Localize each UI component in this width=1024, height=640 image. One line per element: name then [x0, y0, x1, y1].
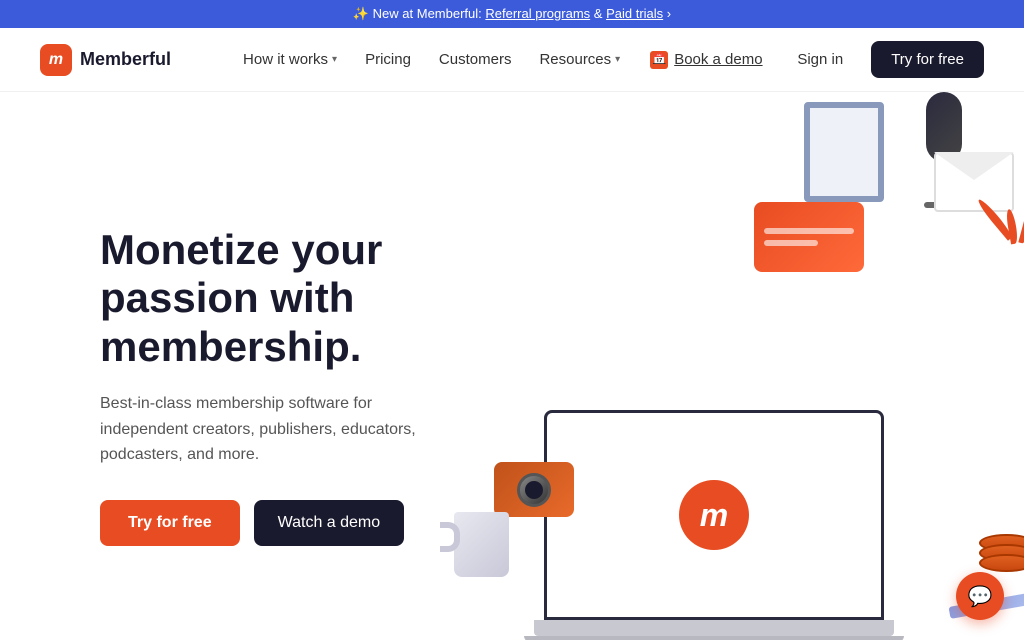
laptop-logo: m	[679, 480, 749, 550]
try-free-hero-button[interactable]: Try for free	[100, 500, 240, 546]
hero-subtitle: Best-in-class membership software for in…	[100, 391, 460, 468]
logo-name: Memberful	[80, 49, 171, 70]
coins-object	[979, 534, 1024, 572]
announcement-link-trials[interactable]: Paid trials	[606, 6, 663, 21]
logo-icon: m	[40, 44, 72, 76]
try-free-header-button[interactable]: Try for free	[871, 41, 984, 78]
nav-how-it-works[interactable]: How it works ▾	[231, 43, 349, 76]
chat-icon: 💬	[968, 584, 993, 609]
hero-buttons: Try for free Watch a demo	[100, 500, 520, 546]
sign-in-link[interactable]: Sign in	[785, 43, 855, 76]
chevron-down-icon-resources: ▾	[615, 54, 620, 65]
announcement-link-referral[interactable]: Referral programs	[485, 6, 590, 21]
nav-resources[interactable]: Resources ▾	[527, 43, 632, 76]
main-nav: How it works ▾ Pricing Customers Resourc…	[231, 43, 785, 77]
announcement-bar: ✨ New at Memberful: Referral programs & …	[0, 0, 1024, 28]
announcement-text: ✨ New at Memberful:	[353, 6, 482, 21]
hero-section: Monetize your passion with membership. B…	[0, 92, 1024, 640]
hero-title: Monetize your passion with membership.	[100, 226, 520, 371]
chevron-down-icon: ▾	[332, 54, 337, 65]
hero-illustration: m	[464, 92, 1024, 640]
header-right: Sign in Try for free	[785, 41, 984, 78]
nav-customers[interactable]: Customers	[427, 43, 524, 76]
logo[interactable]: m Memberful	[40, 44, 171, 76]
leaves-object	[989, 192, 1024, 251]
picture-frame	[804, 102, 884, 202]
watch-demo-button[interactable]: Watch a demo	[254, 500, 405, 546]
orange-card-object	[754, 202, 864, 272]
hero-content: Monetize your passion with membership. B…	[100, 226, 520, 546]
nav-book-demo[interactable]: 📅 Book a demo	[636, 43, 776, 77]
header: m Memberful How it works ▾ Pricing Custo…	[0, 28, 1024, 92]
announcement-arrow: ›	[667, 6, 671, 21]
laptop-object: m	[544, 410, 884, 640]
calendar-icon: 📅	[650, 51, 668, 69]
nav-pricing[interactable]: Pricing	[353, 43, 423, 76]
chat-button[interactable]: 💬	[956, 572, 1004, 620]
